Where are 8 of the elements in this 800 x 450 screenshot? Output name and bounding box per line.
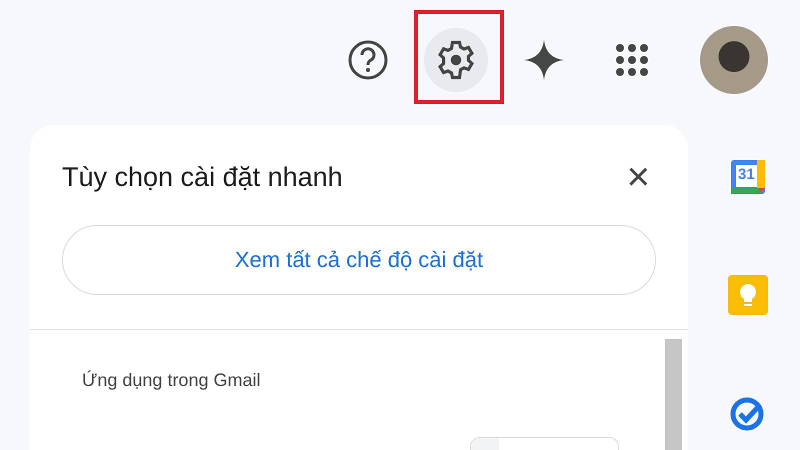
- calendar-icon[interactable]: 31: [729, 158, 767, 196]
- scrollbar[interactable]: [665, 339, 682, 450]
- panel-title: Tùy chọn cài đặt nhanh: [62, 162, 343, 192]
- settings-icon: [435, 39, 477, 81]
- section-heading: Ứng dụng trong Gmail: [82, 370, 262, 391]
- close-button[interactable]: ×: [622, 157, 654, 197]
- see-all-settings-button[interactable]: Xem tất cả chế độ cài đặt: [62, 225, 656, 295]
- calendar-day: 31: [738, 166, 755, 183]
